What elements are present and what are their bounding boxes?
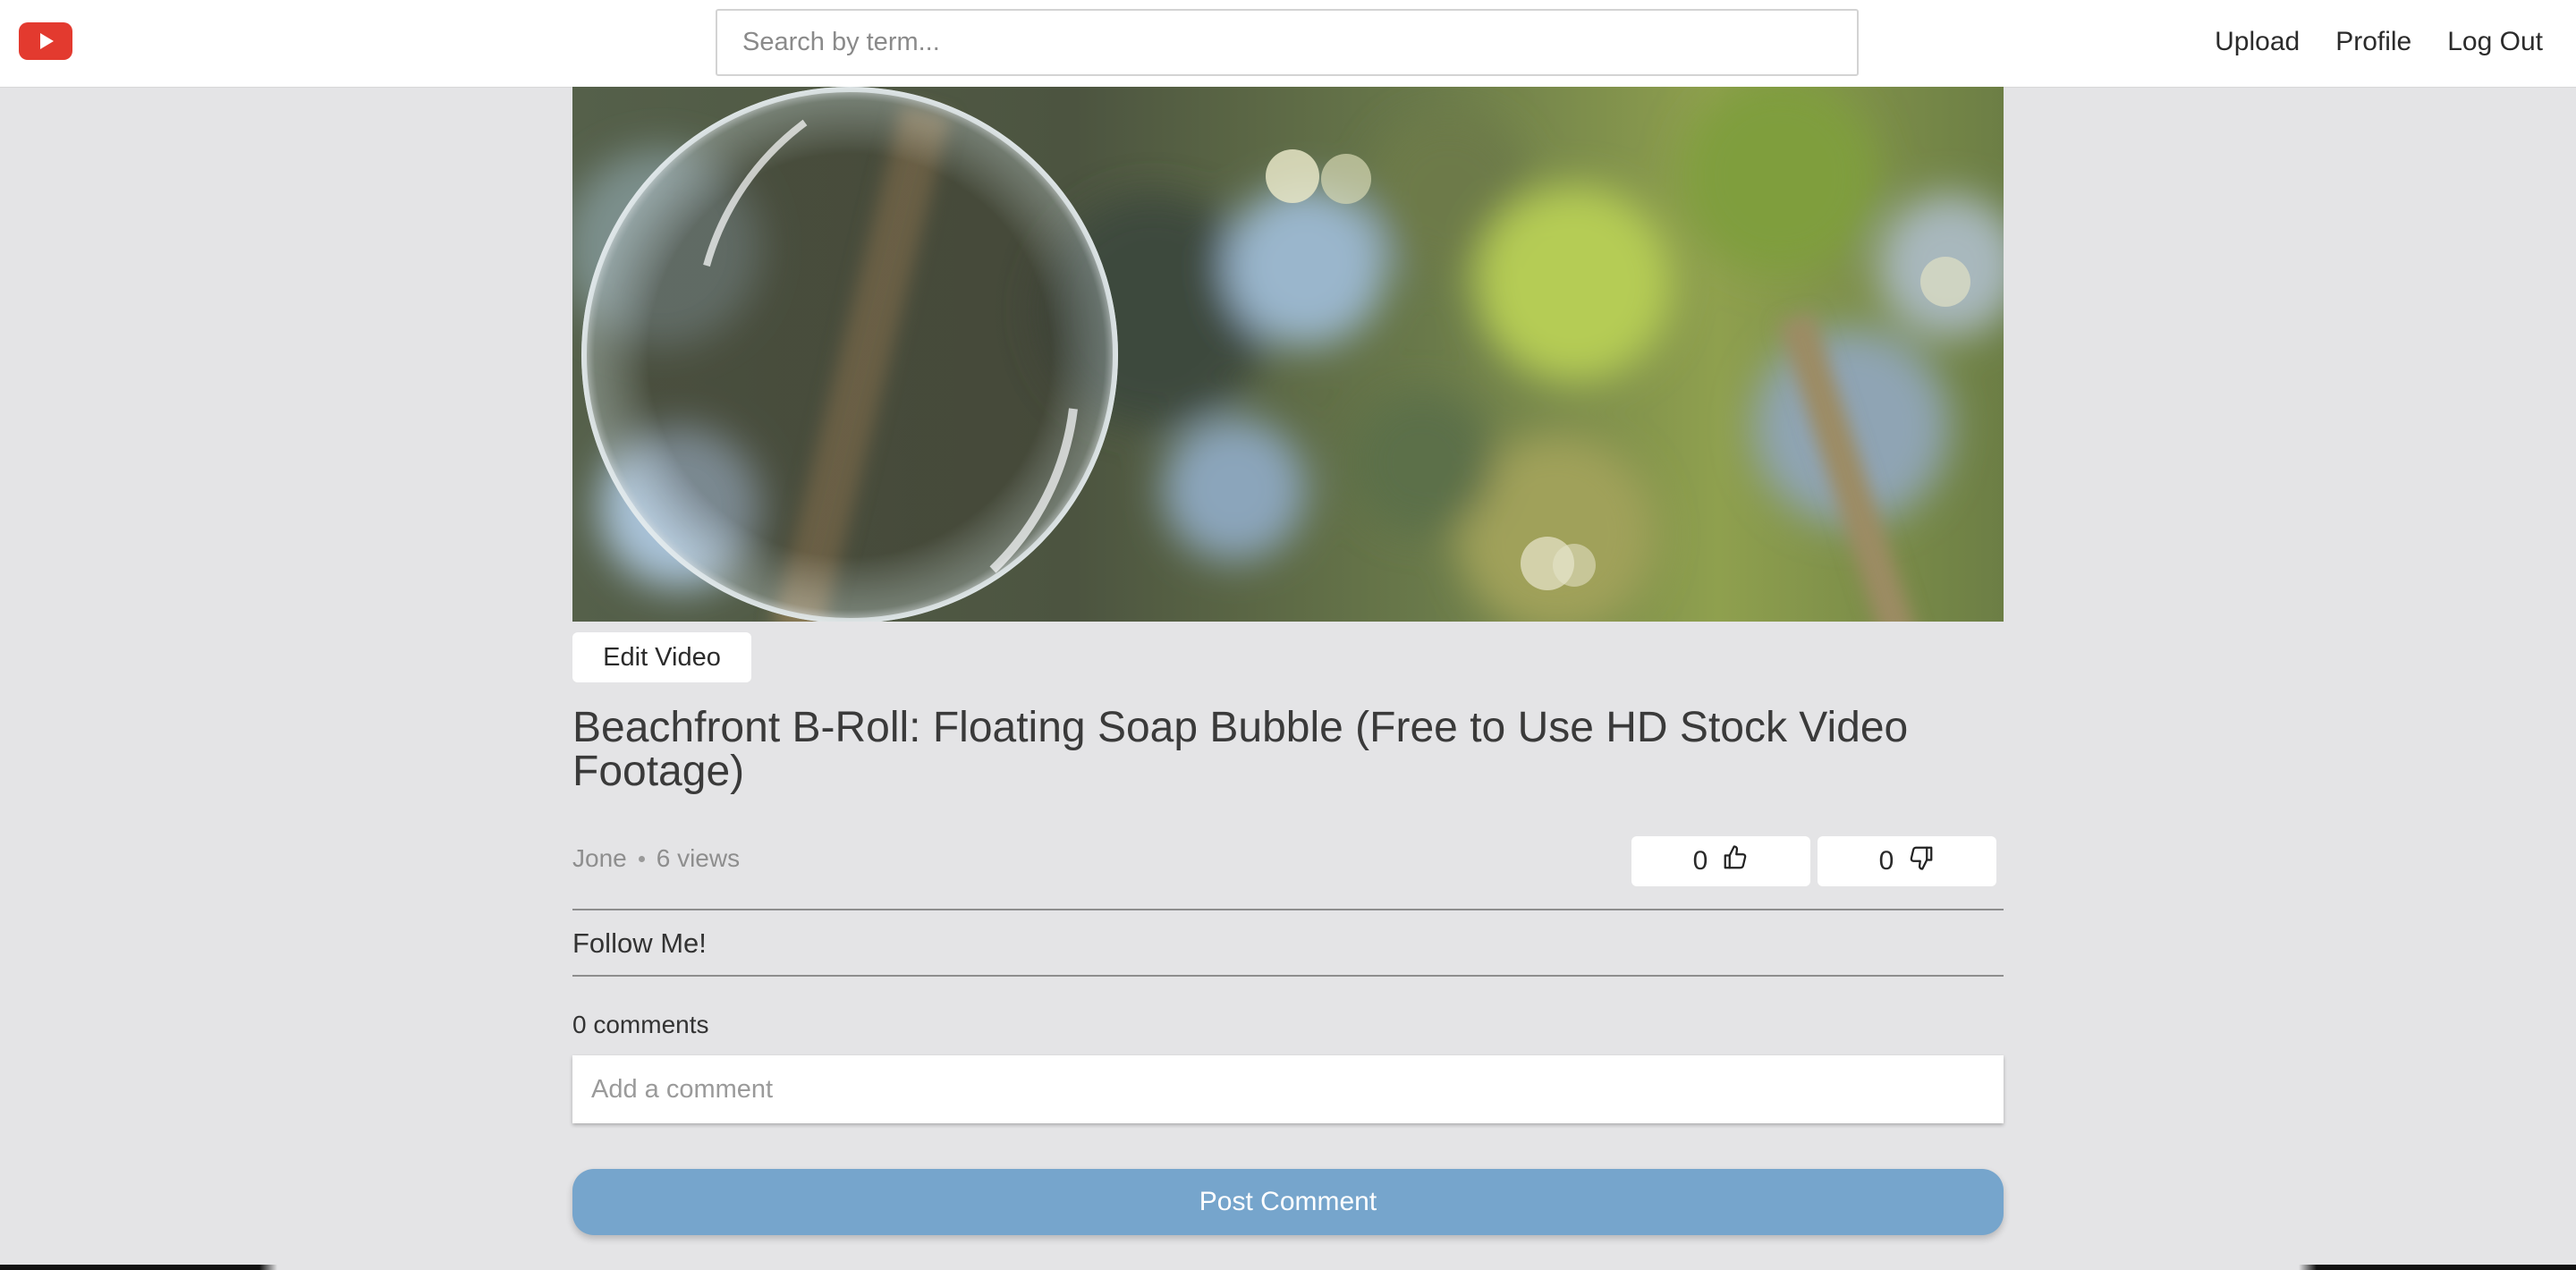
video-frame [572, 87, 2004, 622]
dislike-button[interactable]: 0 [1818, 836, 1996, 886]
comment-count: 0 comments [572, 1011, 709, 1038]
video-description: Follow Me! [572, 927, 707, 959]
author-name[interactable]: Jone [572, 844, 627, 873]
video-player[interactable] [572, 87, 2004, 622]
video-meta: Jone 6 views [572, 844, 740, 873]
top-navigation-bar: Upload Profile Log Out [0, 0, 2576, 88]
dislike-count: 0 [1878, 846, 1894, 876]
like-button[interactable]: 0 [1631, 836, 1810, 886]
divider-bottom [572, 975, 2004, 977]
separator-dot [638, 855, 645, 862]
video-title: Beachfront B-Roll: Floating Soap Bubble … [572, 704, 1909, 795]
like-count: 0 [1692, 846, 1708, 876]
edit-video-button[interactable]: Edit Video [572, 632, 751, 682]
search-input[interactable] [716, 9, 1859, 76]
youtube-logo-icon[interactable] [19, 22, 72, 60]
logout-link[interactable]: Log Out [2447, 27, 2543, 57]
comment-input[interactable] [572, 1055, 2004, 1123]
thumbs-up-icon [1722, 844, 1749, 878]
profile-link[interactable]: Profile [2335, 27, 2411, 57]
nav-links: Upload Profile Log Out [2215, 27, 2543, 57]
view-count: 6 views [656, 844, 741, 872]
window-bottom-edge [0, 1265, 2576, 1270]
post-comment-button[interactable]: Post Comment [572, 1169, 2004, 1235]
thumbs-down-icon [1908, 844, 1935, 878]
divider-top [572, 909, 2004, 910]
upload-link[interactable]: Upload [2215, 27, 2300, 57]
